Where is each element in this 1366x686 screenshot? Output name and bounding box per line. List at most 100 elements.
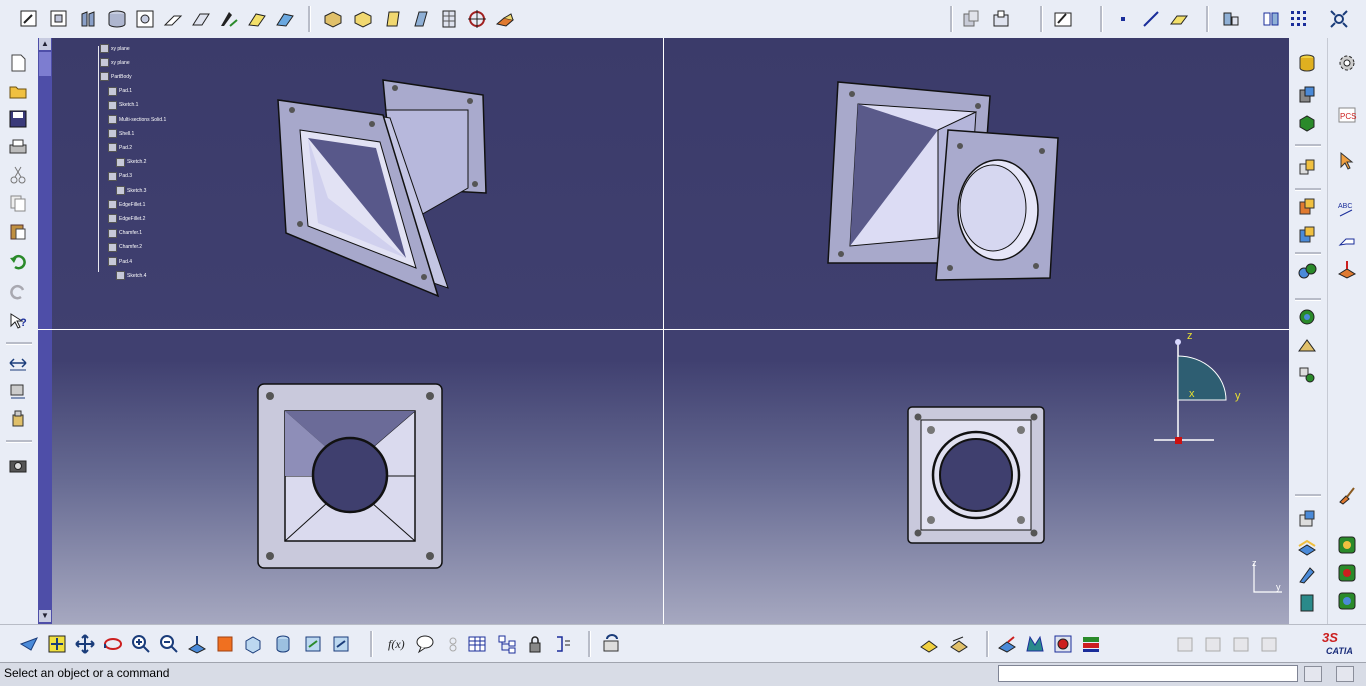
normal-view-icon[interactable] <box>184 631 210 657</box>
knowledge-icon[interactable] <box>1294 222 1320 248</box>
pan-icon[interactable] <box>72 631 98 657</box>
plane-icon[interactable] <box>1166 6 1192 32</box>
fit-all-in-icon[interactable] <box>44 631 70 657</box>
render-1-icon[interactable] <box>1334 532 1360 558</box>
apply-material-icon[interactable] <box>1294 82 1320 108</box>
constraint-icon[interactable] <box>1294 258 1320 284</box>
material-icon[interactable] <box>1294 50 1320 76</box>
3d-annotation-icon[interactable] <box>1334 256 1360 282</box>
slot-icon[interactable] <box>188 6 214 32</box>
fly-mode-icon[interactable] <box>16 631 42 657</box>
grid-icon[interactable] <box>1286 6 1312 32</box>
thread-icon[interactable] <box>464 6 490 32</box>
analysis-icon[interactable] <box>1294 304 1320 330</box>
thickness-icon[interactable] <box>436 6 462 32</box>
swap-visible-icon[interactable] <box>328 631 354 657</box>
formula-icon[interactable]: f(x) <box>384 631 410 657</box>
part-iso-view-1[interactable] <box>277 79 487 298</box>
status-button-1[interactable] <box>1304 666 1322 682</box>
surface-ops-1-icon[interactable] <box>916 631 942 657</box>
remove-face-icon[interactable] <box>492 6 518 32</box>
measure-inertia-icon[interactable] <box>5 406 31 432</box>
undo-icon[interactable] <box>5 248 31 274</box>
capture-icon[interactable] <box>5 452 31 478</box>
fillet-icon[interactable] <box>320 6 346 32</box>
draft-analysis-icon[interactable] <box>1294 334 1320 360</box>
pcs-icon[interactable]: PCS <box>1334 102 1360 128</box>
hole-icon[interactable] <box>132 6 158 32</box>
surface-icon[interactable] <box>1294 534 1320 560</box>
part-iso-view-2[interactable] <box>827 81 1059 281</box>
fit-all-icon[interactable] <box>1326 6 1352 32</box>
save-icon[interactable] <box>5 106 31 132</box>
line-icon[interactable] <box>1138 6 1164 32</box>
brush-icon[interactable] <box>1334 482 1360 508</box>
scale-icon[interactable] <box>988 6 1014 32</box>
flag-note-icon[interactable] <box>1334 228 1360 254</box>
comment-icon[interactable] <box>412 631 438 657</box>
surface-ops-2-icon[interactable] <box>946 631 972 657</box>
sketch-analysis-icon[interactable] <box>1050 6 1076 32</box>
cut-icon[interactable] <box>5 162 31 188</box>
shading-icon[interactable] <box>270 631 296 657</box>
command-input[interactable] <box>998 665 1298 682</box>
disabled-3-icon[interactable] <box>1228 631 1254 657</box>
part-back-view[interactable] <box>907 406 1045 544</box>
parameters-icon[interactable] <box>550 631 576 657</box>
measure-between-icon[interactable] <box>5 350 31 376</box>
removed-multi-section-icon[interactable] <box>272 6 298 32</box>
rib-icon[interactable] <box>160 6 186 32</box>
part-front-view[interactable] <box>257 383 443 569</box>
print-icon[interactable] <box>5 134 31 160</box>
knowledge-rule-icon[interactable] <box>440 631 466 657</box>
render-2-icon[interactable] <box>1334 560 1360 586</box>
cursor-icon[interactable] <box>1334 148 1360 174</box>
stiffener-icon[interactable] <box>216 6 242 32</box>
pad-icon[interactable] <box>46 6 72 32</box>
zoom-in-icon[interactable] <box>128 631 154 657</box>
render-style-1-icon[interactable] <box>994 631 1020 657</box>
new-file-icon[interactable] <box>5 50 31 76</box>
rotate-icon[interactable] <box>100 631 126 657</box>
render-3-icon[interactable] <box>1334 588 1360 614</box>
sketch-icon[interactable] <box>16 6 42 32</box>
sweep-icon[interactable] <box>1294 562 1320 588</box>
hide-show-icon[interactable] <box>300 631 326 657</box>
view-mode-icon[interactable] <box>1294 110 1320 136</box>
translate-icon[interactable] <box>958 6 984 32</box>
point-icon[interactable] <box>1110 6 1136 32</box>
render-style-4-icon[interactable] <box>1078 631 1104 657</box>
draft-icon[interactable] <box>380 6 406 32</box>
update-icon[interactable] <box>598 631 624 657</box>
multi-view-icon[interactable] <box>212 631 238 657</box>
disabled-1-icon[interactable] <box>1172 631 1198 657</box>
tools-icon[interactable] <box>1294 362 1320 388</box>
copy-icon[interactable] <box>5 190 31 216</box>
boolean-icon[interactable] <box>1218 6 1244 32</box>
chamfer-icon[interactable] <box>350 6 376 32</box>
render-style-2-icon[interactable] <box>1022 631 1048 657</box>
shell-icon[interactable] <box>408 6 434 32</box>
settings-icon[interactable] <box>1334 50 1360 76</box>
table-icon[interactable] <box>464 631 490 657</box>
text-annotation-icon[interactable]: ABC <box>1334 196 1360 222</box>
publish-icon[interactable] <box>1294 154 1320 180</box>
open-folder-icon[interactable] <box>5 78 31 104</box>
disabled-4-icon[interactable] <box>1256 631 1282 657</box>
render-style-3-icon[interactable] <box>1050 631 1076 657</box>
catalog-icon[interactable] <box>1294 194 1320 220</box>
help-icon[interactable]: ? <box>5 308 31 334</box>
iso-view-icon[interactable] <box>240 631 266 657</box>
book-icon[interactable] <box>1294 590 1320 616</box>
product-icon[interactable] <box>1294 506 1320 532</box>
disabled-2-icon[interactable] <box>1200 631 1226 657</box>
measure-item-icon[interactable] <box>5 378 31 404</box>
zoom-out-icon[interactable] <box>156 631 182 657</box>
lock-icon[interactable] <box>522 631 548 657</box>
paste-icon[interactable] <box>5 218 31 244</box>
redo-icon[interactable] <box>5 278 31 304</box>
shaft-icon[interactable] <box>104 6 130 32</box>
multi-section-icon[interactable] <box>244 6 270 32</box>
3d-viewport[interactable]: ▲ ▼ xy plane xy plane PartBody Pad.1 Sketch.… <box>38 38 1289 624</box>
assemble-icon[interactable] <box>1258 6 1284 32</box>
